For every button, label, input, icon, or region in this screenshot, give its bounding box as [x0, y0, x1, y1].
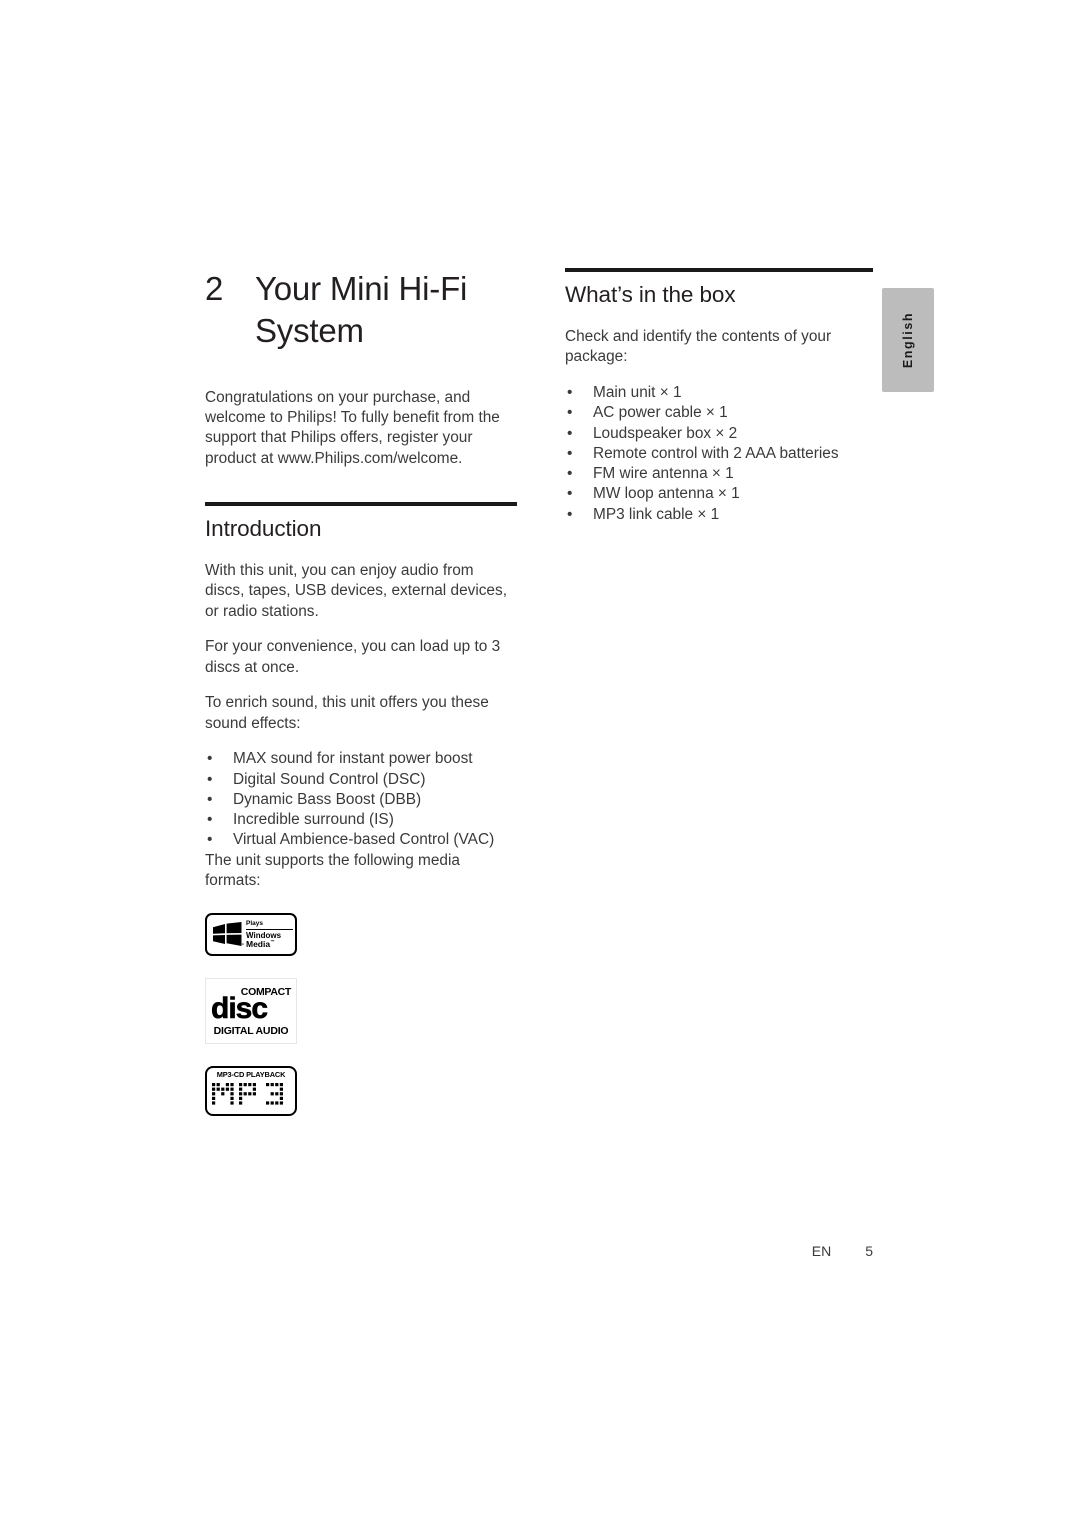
bullet-icon: • [207, 831, 213, 849]
logo-line-digital-audio: DIGITAL AUDIO [213, 1024, 289, 1037]
footer-language-code: EN [811, 1243, 832, 1259]
left-column: 2 Your Mini Hi-Fi System Congratulations… [205, 268, 517, 1138]
list-item: • Incredible surround (IS) [205, 810, 517, 830]
compact-disc-digital-audio-logo: COMPACT disc DIGITAL AUDIO [205, 978, 297, 1045]
flag-trademark-symbol: ™ [240, 942, 244, 948]
windows-flag-icon: ™ [212, 922, 244, 948]
introduction-paragraph-3: To enrich sound, this unit offers you th… [205, 694, 489, 732]
list-item: • Dynamic Bass Boost (DBB) [205, 790, 517, 810]
logo-line-disc: disc [211, 991, 269, 1025]
windows-media-wordmark: Plays Windows Media™ [246, 920, 293, 949]
whats-in-the-box-paragraph: Check and identify the contents of your … [565, 328, 832, 366]
sound-effects-list: • MAX sound for instant power boost • Digi… [205, 749, 517, 850]
list-item-label: Dynamic Bass Boost (DBB) [233, 790, 422, 808]
bullet-icon: • [567, 444, 573, 462]
trademark-symbol: ™ [270, 939, 275, 945]
footer-inner: EN 5 [812, 1243, 873, 1259]
list-item: • Digital Sound Control (DSC) [205, 770, 517, 790]
bullet-icon: • [207, 750, 213, 768]
chapter-heading: 2 Your Mini Hi-Fi System [205, 268, 517, 352]
introduction-section: Introduction With this unit, you can enj… [205, 502, 517, 891]
bullet-icon: • [207, 770, 213, 788]
bullet-icon: • [567, 404, 573, 422]
bullet-icon: • [567, 383, 573, 401]
introduction-paragraph-4: The unit supports the following media fo… [205, 851, 460, 890]
list-item: • AC power cable × 1 [565, 403, 873, 423]
list-item-label: Remote control with 2 AAA batteries [593, 444, 839, 462]
whats-in-the-box-section: What’s in the box Check and identify the… [565, 268, 873, 525]
language-side-tab: English [882, 288, 934, 392]
right-column: What’s in the box Check and identify the… [565, 268, 873, 525]
list-item-label: Main unit × 1 [593, 383, 682, 401]
section-rule [565, 268, 873, 272]
box-contents-list: • Main unit × 1 • AC power cable × 1 • Loud… [565, 383, 873, 525]
compact-disc-top: COMPACT disc [211, 987, 292, 1025]
bullet-icon: • [207, 811, 213, 829]
logo-slot: ™ Plays Windows Media™ [205, 913, 517, 957]
mp3-caption: MP3-CD PLAYBACK [216, 1070, 286, 1080]
bullet-icon: • [567, 465, 573, 483]
logo-slot: MP3-CD PLAYBACK [205, 1066, 517, 1117]
list-item: • Main unit × 1 [565, 383, 873, 403]
list-item: • Loudspeaker box × 2 [565, 424, 873, 444]
manual-page: English 2 Your Mini Hi-Fi System Congrat… [0, 0, 1080, 1527]
bullet-icon: • [567, 485, 573, 503]
list-item-label: MAX sound for instant power boost [233, 750, 473, 768]
list-item: • Remote control with 2 AAA batteries [565, 444, 873, 464]
introduction-heading: Introduction [205, 516, 322, 541]
list-item-label: Loudspeaker box × 2 [593, 424, 738, 442]
footer-page-number: 5 [865, 1243, 873, 1259]
logo-line-media: Media™ [246, 940, 293, 949]
list-item: • MP3 link cable × 1 [565, 505, 873, 525]
chapter-number: 2 [205, 270, 224, 307]
bullet-icon: • [207, 790, 213, 808]
list-item-label: MW loop antenna × 1 [593, 485, 740, 503]
plays-windows-media-logo: ™ Plays Windows Media™ [205, 913, 297, 957]
whats-in-the-box-heading: What’s in the box [565, 282, 736, 307]
list-item: • MAX sound for instant power boost [205, 749, 517, 769]
list-item-label: FM wire antenna × 1 [593, 465, 734, 483]
list-item-label: Incredible surround (IS) [233, 811, 394, 829]
mp3-dot-matrix-wordmark [211, 1079, 291, 1113]
logo-line-plays: Plays [246, 920, 263, 928]
logo-media-text: Media [246, 939, 271, 950]
compact-disc-wordmark: COMPACT disc [211, 987, 292, 1025]
bullet-icon: • [567, 505, 573, 523]
introduction-paragraph-2: For your convenience, you can load up to… [205, 638, 501, 676]
logo-slot: COMPACT disc DIGITAL AUDIO [205, 978, 517, 1045]
list-item: • MW loop antenna × 1 [565, 484, 873, 504]
section-rule [205, 502, 517, 506]
mp3-cd-playback-logo: MP3-CD PLAYBACK [205, 1066, 297, 1117]
list-item-label: Digital Sound Control (DSC) [233, 770, 426, 788]
chapter-title: Your Mini Hi-Fi System [255, 270, 468, 349]
list-item: • Virtual Ambience-based Control (VAC) [205, 830, 517, 850]
introduction-paragraph-1: With this unit, you can enjoy audio from… [205, 562, 507, 620]
bullet-icon: • [567, 424, 573, 442]
language-tab-label: English [901, 311, 915, 369]
welcome-paragraph: Congratulations on your purchase, and we… [205, 388, 500, 467]
list-item-label: MP3 link cable × 1 [593, 505, 720, 523]
list-item-label: Virtual Ambience-based Control (VAC) [233, 831, 495, 849]
media-format-logos: ™ Plays Windows Media™ COMPACT disc DIGI… [205, 913, 517, 1117]
list-item-label: AC power cable × 1 [593, 404, 728, 422]
list-item: • FM wire antenna × 1 [565, 464, 873, 484]
